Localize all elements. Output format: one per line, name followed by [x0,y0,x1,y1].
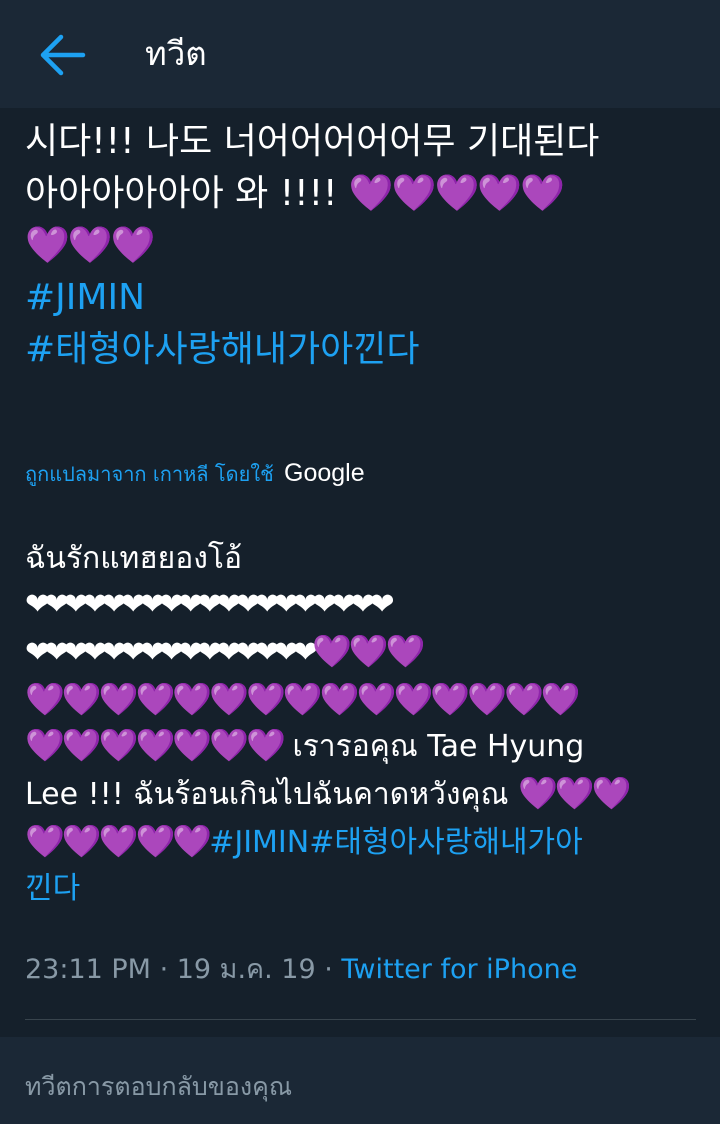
white-heart-icon: ❤❤❤❤❤❤❤❤❤❤❤❤❤❤❤ [25,635,318,670]
tweet-line-2-text: 아아아아아아 와 !!!! [25,173,349,214]
purple-heart-icon: 💜💜💜 [517,774,632,812]
translation-attribution-text: ถูกแปลมาจาก เกาหลี โดยใช้ [25,462,274,486]
tweet-source-link[interactable]: Twitter for iPhone [341,954,577,985]
reply-bar: ทวีตการตอบกลับของคุณ [0,1037,720,1124]
purple-heart-icon: 💜💜💜 [25,225,155,266]
arrow-left-icon [40,34,86,76]
hashtag-link[interactable]: 낀다 [25,866,695,912]
tweet-line-2: 아아아아아아 와 !!!! 💜💜💜💜💜 [25,168,705,220]
meta-separator: · [150,954,177,985]
white-heart-icon: ❤❤❤❤❤❤❤❤❤❤❤❤❤❤❤❤❤❤❤ [25,587,395,622]
translation-line-6-text: Lee !!! ฉันร้อนเกินไปฉันคาดหวังคุณ [25,777,518,812]
translation-line-5: 💜💜💜💜💜💜💜 เรารอคุณ Tae Hyung [25,722,695,770]
app-bar: ทวีต [0,0,720,108]
translation-line-6: Lee !!! ฉันร้อนเกินไปฉันคาดหวังคุณ 💜💜💜 [25,770,695,818]
translation-line-7: 💜💜💜💜💜#JIMIN#태형아사랑해내가아 [25,818,695,866]
meta-separator: · [315,954,342,985]
hashtag-link[interactable]: #JIMIN [25,272,705,324]
tweet-metadata: 23:11 PM · 19 ม.ค. 19 · Twitter for iPho… [25,950,577,990]
purple-heart-icon: 💜💜💜💜💜💜💜💜💜💜💜💜💜💜💜 [25,680,581,718]
tweet-time: 23:11 PM [25,954,151,985]
purple-heart-icon: 💜💜💜💜💜 [348,173,565,214]
hashtag-link[interactable]: #태형아사랑해내가아낀다 [25,324,705,376]
reply-input[interactable]: ทวีตการตอบกลับของคุณ [25,1067,292,1107]
purple-heart-icon: 💜💜💜💜💜💜💜 [25,726,286,764]
google-logo: Google [284,459,365,487]
tweet-detail-screen: ทวีต 시다!!! 나도 너어어어어어무 기대된다 아아아아아아 와 !!!!… [0,0,720,1124]
translation-line-3: ❤❤❤❤❤❤❤❤❤❤❤❤❤❤❤💜💜💜 [25,628,695,676]
tweet-line-1: 시다!!! 나도 너어어어어어무 기대된다 [25,121,600,162]
tweet-date: 19 ม.ค. 19 [176,954,316,985]
purple-heart-icon: 💜💜💜💜💜 [25,822,212,860]
tweet-content: 시다!!! 나도 너어어어어어무 기대된다 아아아아아아 와 !!!! 💜💜💜💜… [0,108,720,1124]
translation-line-1: ฉันรักแทฮยองโอ้ [25,541,243,576]
purple-heart-icon: 💜💜💜 [312,632,426,670]
translated-text: ฉันรักแทฮยองโอ้ ❤❤❤❤❤❤❤❤❤❤❤❤❤❤❤❤❤❤❤ ❤❤❤❤… [25,536,695,912]
translation-line-5-text: เรารอคุณ Tae Hyung [282,729,585,764]
divider [25,1019,696,1020]
back-button[interactable] [34,26,92,84]
hashtag-link[interactable]: #JIMIN#태형아사랑해내가아 [209,825,583,860]
translation-attribution[interactable]: ถูกแปลมาจาก เกาหลี โดยใช้ Google [25,456,365,491]
tweet-text: 시다!!! 나도 너어어어어어무 기대된다 아아아아아아 와 !!!! 💜💜💜💜… [25,116,705,376]
page-title: ทวีต [145,34,207,73]
